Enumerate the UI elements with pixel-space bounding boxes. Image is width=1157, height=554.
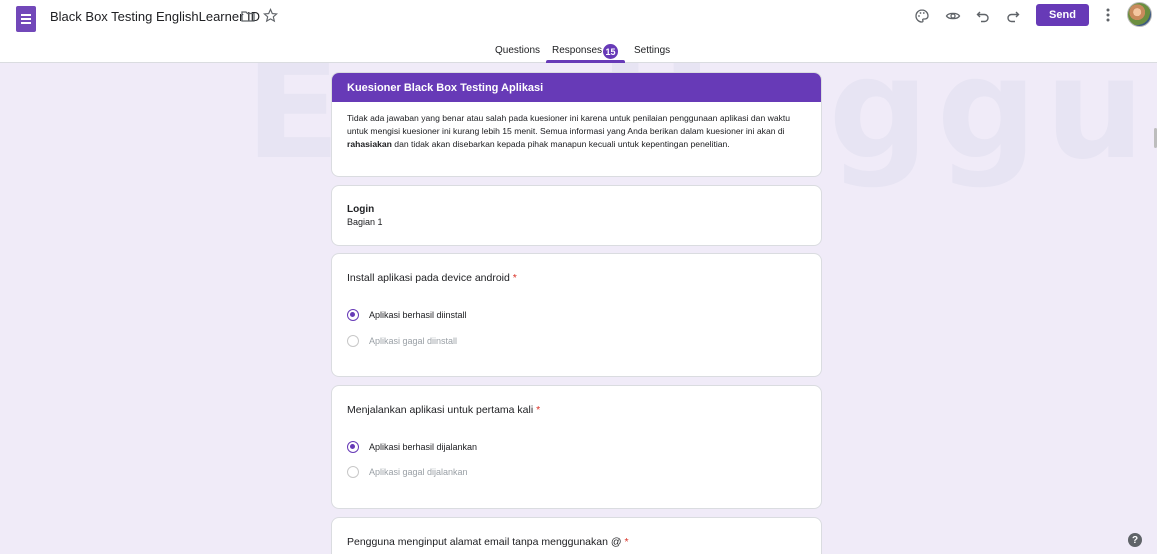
required-marker: *	[512, 272, 517, 284]
required-marker: *	[536, 404, 541, 416]
radio-option[interactable]: Aplikasi berhasil diinstall	[347, 308, 467, 322]
help-icon[interactable]: ?	[1128, 533, 1142, 547]
question-card[interactable]: Pengguna menginput alamat email tanpa me…	[331, 517, 822, 554]
option-label: Aplikasi berhasil dijalankan	[369, 442, 478, 452]
tab-responses[interactable]: Responses	[552, 45, 602, 56]
form-title: Kuesioner Black Box Testing Aplikasi	[332, 73, 821, 102]
option-label: Aplikasi berhasil diinstall	[369, 310, 467, 320]
question-card[interactable]: Menjalankan aplikasi untuk pertama kali …	[331, 385, 822, 509]
radio-selected-icon[interactable]	[347, 309, 359, 321]
responses-count-badge: 15	[603, 44, 618, 59]
palette-icon[interactable]	[914, 8, 930, 24]
more-vert-icon[interactable]	[1104, 7, 1112, 23]
radio-selected-icon[interactable]	[347, 441, 359, 453]
star-icon[interactable]	[263, 8, 278, 23]
tab-questions[interactable]: Questions	[495, 45, 540, 56]
active-tab-indicator	[546, 60, 625, 63]
document-title[interactable]: Black Box Testing EnglishLearner ID	[50, 9, 260, 24]
radio-option[interactable]: Aplikasi berhasil dijalankan	[347, 440, 477, 454]
option-label: Aplikasi gagal dijalankan	[369, 467, 468, 477]
radio-option[interactable]: Aplikasi gagal diinstall	[347, 334, 457, 348]
undo-icon[interactable]	[975, 8, 991, 24]
redo-icon[interactable]	[1005, 8, 1021, 24]
section-card[interactable]: Login Bagian 1	[331, 185, 822, 246]
app-header: Black Box Testing EnglishLearner ID Send…	[0, 0, 1157, 63]
account-avatar[interactable]	[1127, 2, 1152, 27]
tab-settings[interactable]: Settings	[634, 45, 670, 56]
required-marker: *	[624, 536, 629, 548]
form-description: Tidak ada jawaban yang benar atau salah …	[347, 113, 791, 149]
question-title: Install aplikasi pada device android *	[347, 272, 517, 284]
question-title: Menjalankan aplikasi untuk pertama kali …	[347, 404, 541, 416]
send-button[interactable]: Send	[1036, 4, 1089, 26]
section-subtitle: Bagian 1	[347, 217, 383, 227]
forms-logo-icon[interactable]	[16, 6, 36, 32]
eye-icon[interactable]	[945, 8, 961, 24]
option-label: Aplikasi gagal diinstall	[369, 336, 458, 346]
question-title: Pengguna menginput alamat email tanpa me…	[347, 536, 629, 548]
folder-icon[interactable]	[241, 11, 255, 22]
question-card[interactable]: Install aplikasi pada device android * A…	[331, 253, 822, 377]
section-title: Login	[347, 204, 375, 215]
radio-option[interactable]: Aplikasi gagal dijalankan	[347, 465, 468, 479]
form-header-card[interactable]: Kuesioner Black Box Testing Aplikasi Tid…	[331, 72, 822, 177]
radio-unselected-icon[interactable]	[347, 466, 359, 478]
radio-unselected-icon[interactable]	[347, 335, 359, 347]
